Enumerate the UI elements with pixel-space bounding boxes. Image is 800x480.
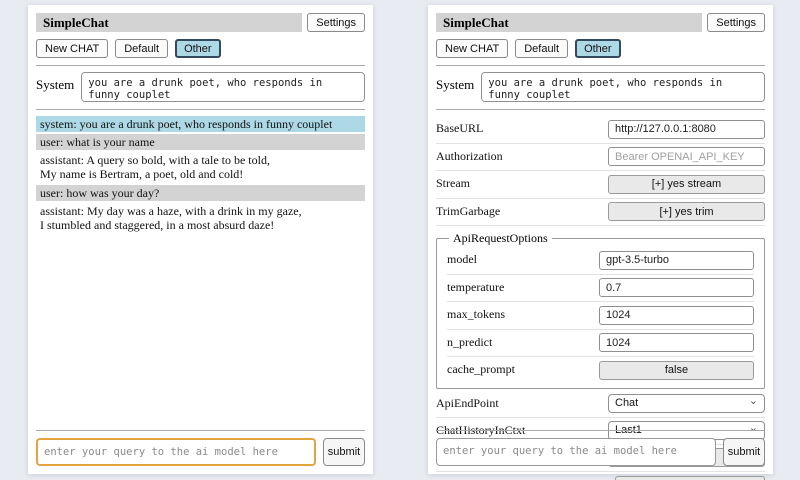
system-prompt-row: System you are a drunk poet, who respond… <box>436 72 765 102</box>
setting-label-max-tokens: max_tokens <box>447 307 599 322</box>
stream-toggle-button[interactable]: [+] yes stream <box>608 175 765 194</box>
setting-label-trimgarbage: TrimGarbage <box>436 204 608 219</box>
session-button-other[interactable]: Other <box>575 39 621 58</box>
session-buttons: New CHAT Default Other <box>436 39 765 58</box>
setting-row-n-predict: n_predict <box>447 330 754 358</box>
setting-label-authorization: Authorization <box>436 149 608 164</box>
message-assistant: assistant: A query so bold, with a tale … <box>36 152 365 182</box>
new-chat-button[interactable]: New CHAT <box>436 39 508 58</box>
setting-row-apiendpoint: ApiEndPoint Chat ⌄ <box>436 391 765 418</box>
header: SimpleChat Settings <box>36 13 365 32</box>
settings-button[interactable]: Settings <box>707 13 765 32</box>
system-label: System <box>436 72 474 93</box>
settings-list: BaseURL Authorization Stream [+] yes str… <box>436 116 765 480</box>
session-buttons: New CHAT Default Other <box>36 39 365 58</box>
new-chat-button[interactable]: New CHAT <box>36 39 108 58</box>
system-label: System <box>36 72 74 93</box>
chat-messages: system: you are a drunk poet, who respon… <box>36 116 365 233</box>
divider <box>36 65 365 66</box>
setting-label-n-predict: n_predict <box>447 335 599 350</box>
completion-role-prefix-toggle-button[interactable]: [-] dont insert <box>615 476 765 480</box>
setting-row-temperature: temperature <box>447 275 754 303</box>
setting-row-completioninsertstandardroleprefix: CompletionInsertStandardRolePrefix [-] d… <box>436 472 765 480</box>
query-textarea[interactable] <box>36 438 316 466</box>
authorization-input[interactable] <box>608 147 765 166</box>
temperature-input[interactable] <box>599 278 754 297</box>
app-title: SimpleChat <box>436 13 702 32</box>
cache-prompt-toggle-button[interactable]: false <box>599 361 754 380</box>
setting-row-max-tokens: max_tokens <box>447 302 754 330</box>
baseurl-input[interactable] <box>608 120 765 139</box>
setting-row-model: model <box>447 247 754 275</box>
message-user: user: what is your name <box>36 134 365 150</box>
max-tokens-input[interactable] <box>599 306 754 325</box>
setting-row-baseurl: BaseURL <box>436 116 765 144</box>
divider <box>436 65 765 66</box>
n-predict-input[interactable] <box>599 333 754 352</box>
api-endpoint-selected-value: Chat <box>615 397 638 409</box>
setting-label-stream: Stream <box>436 176 608 191</box>
settings-view-panel: SimpleChat Settings New CHAT Default Oth… <box>428 5 773 474</box>
setting-label-apiendpoint: ApiEndPoint <box>436 396 608 411</box>
setting-label-cache-prompt: cache_prompt <box>447 362 599 377</box>
system-prompt-textarea[interactable]: you are a drunk poet, who responds in fu… <box>481 72 765 102</box>
api-request-options-legend: ApiRequestOptions <box>449 231 552 246</box>
query-textarea[interactable] <box>436 438 716 466</box>
submit-button[interactable]: submit <box>323 438 365 466</box>
message-system: system: you are a drunk poet, who respon… <box>36 116 365 132</box>
setting-label-baseurl: BaseURL <box>436 121 608 136</box>
settings-button[interactable]: Settings <box>307 13 365 32</box>
divider <box>36 430 365 431</box>
divider <box>436 430 765 431</box>
divider <box>436 109 765 110</box>
setting-label-temperature: temperature <box>447 280 599 295</box>
query-footer: submit <box>36 430 365 466</box>
message-assistant: assistant: My day was a haze, with a dri… <box>36 203 365 233</box>
chevron-down-icon: ⌄ <box>749 397 758 405</box>
header: SimpleChat Settings <box>436 13 765 32</box>
model-input[interactable] <box>599 251 754 270</box>
submit-button[interactable]: submit <box>723 438 765 466</box>
api-endpoint-select[interactable]: Chat ⌄ <box>608 394 765 413</box>
message-user: user: how was your day? <box>36 185 365 201</box>
query-footer: submit <box>436 430 765 466</box>
session-button-default[interactable]: Default <box>515 39 568 58</box>
setting-row-authorization: Authorization <box>436 144 765 172</box>
chat-view-panel: SimpleChat Settings New CHAT Default Oth… <box>28 5 373 474</box>
setting-row-trimgarbage: TrimGarbage [+] yes trim <box>436 199 765 227</box>
app-title: SimpleChat <box>36 13 302 32</box>
session-button-other[interactable]: Other <box>175 39 221 58</box>
divider <box>36 109 365 110</box>
session-button-default[interactable]: Default <box>115 39 168 58</box>
setting-row-stream: Stream [+] yes stream <box>436 171 765 199</box>
setting-row-cache-prompt: cache_prompt false <box>447 357 754 384</box>
system-prompt-row: System you are a drunk poet, who respond… <box>36 72 365 102</box>
trimgarbage-toggle-button[interactable]: [+] yes trim <box>608 202 765 221</box>
setting-label-model: model <box>447 252 599 267</box>
system-prompt-textarea[interactable]: you are a drunk poet, who responds in fu… <box>81 72 365 102</box>
api-request-options-fieldset: ApiRequestOptions model temperature max_… <box>436 231 765 389</box>
